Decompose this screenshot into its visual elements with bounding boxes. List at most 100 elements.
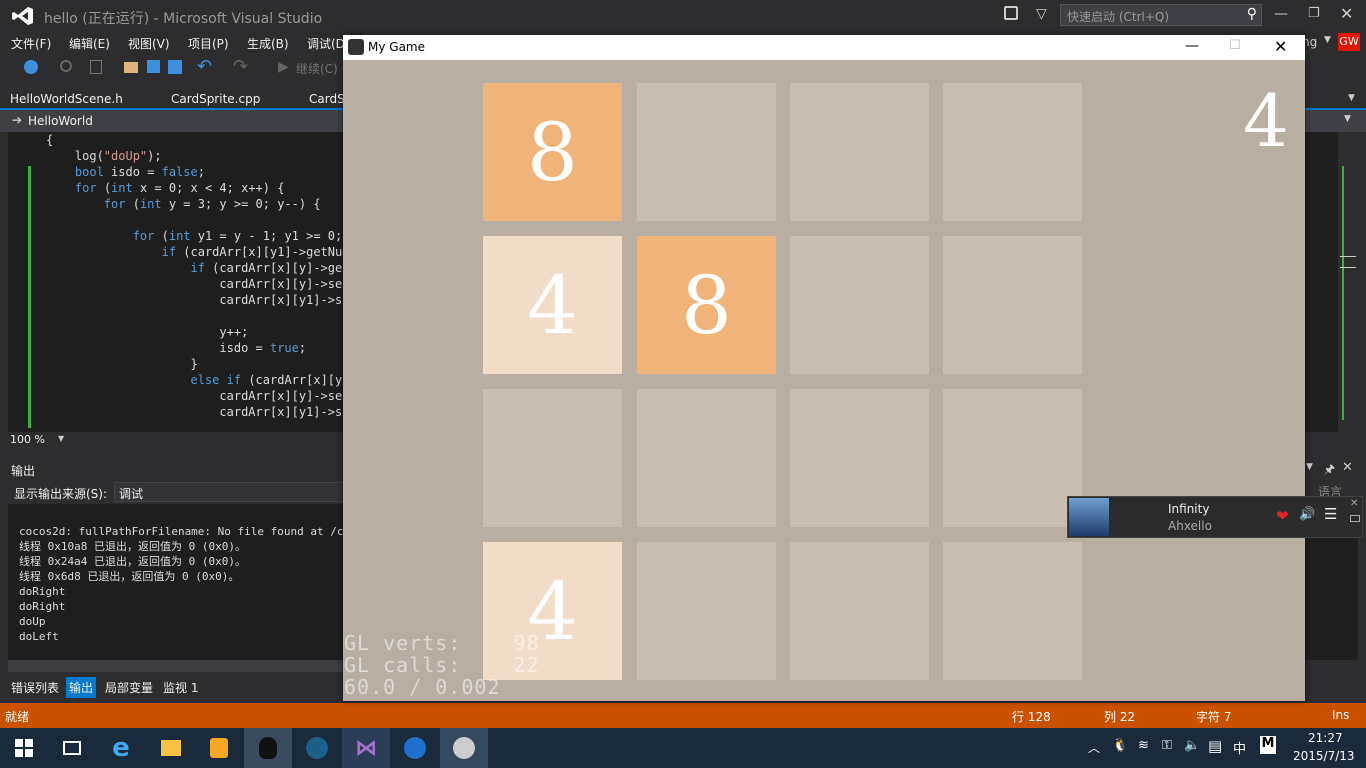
zoom-level[interactable]: 100 % <box>10 433 45 446</box>
code-line: if (cardArr[x][y1]->getNumb <box>161 245 346 259</box>
menu-debug[interactable]: 调试(D <box>307 35 345 52</box>
game-window-title: My Game <box>368 40 425 54</box>
menu-view[interactable]: 视图(V) <box>128 35 170 52</box>
firefox-icon[interactable] <box>391 728 439 768</box>
windows-icon[interactable] <box>0 728 48 768</box>
tab-helloworldscene-h[interactable]: HelloWorldScene.h <box>10 92 123 106</box>
menu-file[interactable]: 文件(F) <box>11 35 51 52</box>
cocos-icon[interactable] <box>440 728 488 768</box>
zoom-dropdown-icon[interactable]: ▼ <box>58 434 64 443</box>
continue-label[interactable]: 继续(C) <box>296 60 338 77</box>
output-horizontal-scrollbar[interactable] <box>8 660 343 672</box>
tab-cardsprite-cpp[interactable]: CardSprite.cpp <box>171 92 260 106</box>
minimize-button[interactable]: — <box>1274 6 1288 22</box>
heart-icon[interactable]: ❤ <box>1276 507 1289 525</box>
output-source-select[interactable]: 调试 <box>114 482 344 502</box>
volume-icon[interactable]: 🔊 <box>1299 507 1315 522</box>
editor-vertical-scrollbar[interactable] <box>1338 132 1358 432</box>
album-art <box>1069 498 1109 536</box>
maximize-button[interactable]: ❐ <box>1308 6 1320 21</box>
menu-project[interactable]: 项目(P) <box>188 35 229 52</box>
game-tile <box>483 389 622 527</box>
tray-app-icon[interactable]: ⚿ <box>1162 738 1172 753</box>
menu-edit[interactable]: 编辑(E) <box>69 35 110 52</box>
playlist-icon[interactable]: ☰ <box>1324 505 1337 523</box>
game-tile <box>790 389 929 527</box>
game-tile <box>943 236 1082 374</box>
code-line: for (int y1 = y - 1; y1 >= 0; y <box>132 229 346 243</box>
tab-error-list[interactable]: 错误列表 <box>11 679 59 696</box>
menu-build[interactable]: 生成(B) <box>247 35 289 52</box>
open-folder-icon[interactable] <box>124 62 138 73</box>
windows-taskbar: e ⋈ ︿ 🐧 ≋ ⚿ 🔈 ▤ 中 M 21:27 2015/7/13 <box>0 728 1366 768</box>
game-tile <box>790 83 929 221</box>
output-line: doRight <box>19 585 66 598</box>
status-column: 列 22 <box>1104 710 1136 724</box>
back-icon[interactable] <box>24 60 38 74</box>
show-hidden-icons[interactable]: ︿ <box>1088 739 1100 756</box>
search-app-icon[interactable] <box>195 728 243 768</box>
code-line: isdo = true; <box>46 341 307 355</box>
music-player-widget[interactable]: Infinity Ahxello ❤ 🔊 ☰ ✕ <box>1067 496 1363 538</box>
widget-minimize-icon[interactable] <box>1350 515 1360 522</box>
member-dropdown-icon[interactable]: ▼ <box>1344 114 1351 124</box>
tabs-dropdown-icon[interactable]: ▼ <box>1348 93 1355 103</box>
steam-icon[interactable] <box>293 728 341 768</box>
panel-close-icon[interactable]: ✕ <box>1342 460 1353 475</box>
vs-title-bar: hello (正在运行) - Microsoft Visual Studio ▽… <box>0 0 1366 32</box>
explorer-icon[interactable] <box>147 728 195 768</box>
close-button[interactable]: ✕ <box>1340 4 1353 23</box>
game-tile <box>637 389 776 527</box>
class-dropdown[interactable]: HelloWorld <box>28 114 93 128</box>
game-tile <box>943 542 1082 680</box>
filter-icon[interactable]: ▽ <box>1036 6 1047 22</box>
ie-icon[interactable]: e <box>97 728 145 768</box>
visual-studio-icon[interactable]: ⋈ <box>342 728 390 768</box>
tab-watch-1[interactable]: 监视 1 <box>163 679 198 696</box>
continue-play-icon[interactable]: ▶ <box>278 59 289 75</box>
code-line: log("doUp"); <box>46 149 162 163</box>
clock-date[interactable]: 2015/7/13 <box>1293 749 1355 763</box>
panel-dropdown-icon[interactable]: ▼ <box>1306 462 1313 472</box>
network-icon[interactable]: ≋ <box>1138 738 1149 753</box>
forward-icon[interactable] <box>60 60 72 72</box>
qq-tray-icon[interactable]: 🐧 <box>1112 738 1128 753</box>
qq-icon[interactable] <box>244 728 292 768</box>
ime-indicator[interactable]: 中 <box>1233 738 1246 757</box>
quick-launch-placeholder: 快速启动 (Ctrl+Q) <box>1067 10 1170 24</box>
tab-locals[interactable]: 局部变量 <box>105 679 153 696</box>
game-maximize-button[interactable]: ☐ <box>1229 38 1241 53</box>
feedback-icon[interactable] <box>1004 6 1018 20</box>
game-minimize-button[interactable]: — <box>1185 38 1199 54</box>
game-tile <box>943 389 1082 527</box>
action-center-icon[interactable]: ▤ <box>1208 737 1222 755</box>
clock-time[interactable]: 21:27 <box>1308 731 1343 745</box>
game-window[interactable]: My Game — ☐ ✕ 8484 4 GL verts: 98 GL cal… <box>343 35 1305 701</box>
code-line: if (cardArr[x][y]->getN <box>190 261 347 275</box>
game-close-button[interactable]: ✕ <box>1274 37 1287 56</box>
save-icon[interactable] <box>147 60 160 73</box>
undo-icon[interactable]: ↶ <box>197 56 212 77</box>
new-project-icon[interactable] <box>90 60 102 74</box>
user-dropdown-icon[interactable]: ▼ <box>1324 35 1331 45</box>
redo-icon[interactable]: ↷ <box>233 56 248 77</box>
code-line: bool isdo = false; <box>74 165 205 179</box>
save-all-icon[interactable] <box>168 60 182 74</box>
code-line: { <box>46 133 54 147</box>
search-icon: ⚲ <box>1246 6 1257 22</box>
output-line: 线程 0x6d8 已退出，返回值为 0 (0x0)。 <box>19 570 240 583</box>
user-badge[interactable]: GW <box>1338 33 1360 51</box>
quick-launch-input[interactable]: 快速启动 (Ctrl+Q) ⚲ <box>1060 4 1262 26</box>
game-tile <box>943 83 1082 221</box>
tab-output[interactable]: 输出 <box>66 677 97 698</box>
task-view-icon[interactable] <box>48 728 96 768</box>
tab-cards[interactable]: CardS <box>309 92 345 106</box>
pin-icon[interactable]: 🖈 <box>1324 460 1335 481</box>
code-line: cardArr[x][y1]->set <box>46 293 346 307</box>
widget-close-icon[interactable]: ✕ <box>1350 498 1358 509</box>
game-tile <box>790 236 929 374</box>
ime-mode-icon[interactable]: M <box>1260 736 1276 754</box>
volume-tray-icon[interactable]: 🔈 <box>1184 738 1200 753</box>
